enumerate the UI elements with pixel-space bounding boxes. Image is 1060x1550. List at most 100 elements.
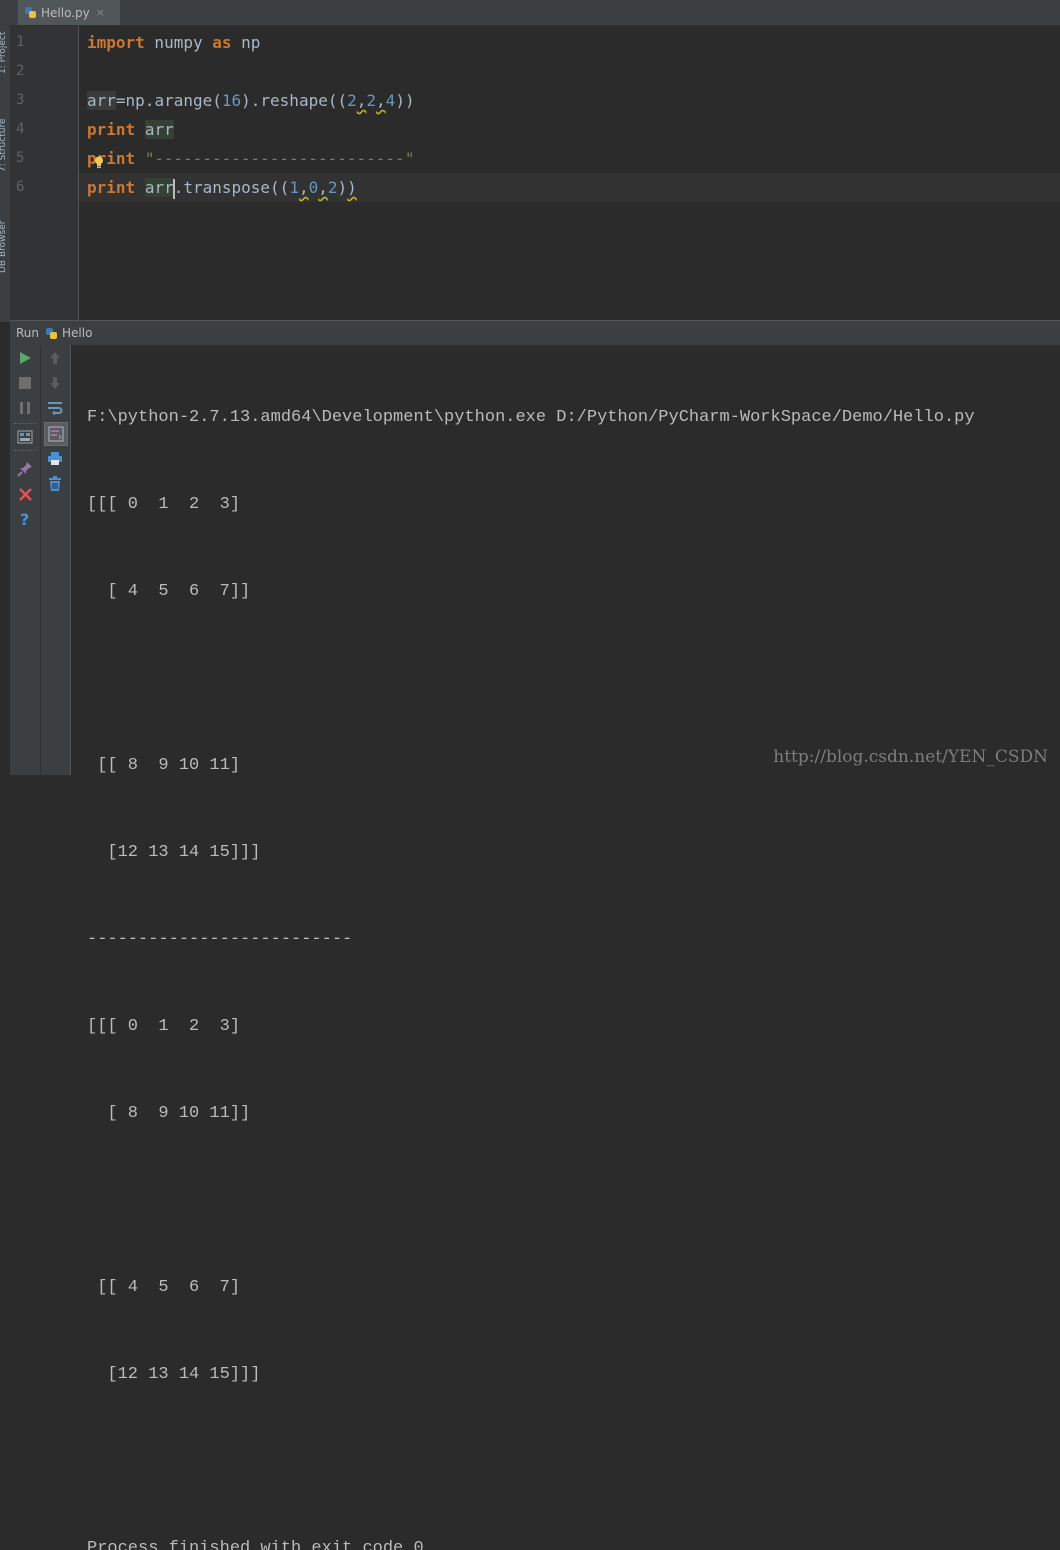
soft-wrap-button[interactable] — [44, 397, 66, 419]
code-text: ) — [337, 178, 348, 197]
code-text: , — [318, 178, 328, 197]
console-line: Process finished with exit code 0 — [87, 1539, 424, 1550]
previous-occurrence-button[interactable] — [44, 347, 66, 369]
stop-button[interactable] — [14, 372, 36, 394]
up-arrow-icon — [50, 352, 60, 364]
number-literal: 2 — [327, 178, 338, 197]
pause-icon — [20, 402, 30, 414]
side-tab-project[interactable]: 1: Project — [0, 2, 8, 74]
rerun-button[interactable] — [14, 347, 36, 369]
trash-icon — [49, 475, 61, 491]
console-line: [[ 4 5 6 7] — [87, 1278, 241, 1297]
restore-layout-button[interactable] — [14, 426, 36, 448]
code-text: ).reshape(( — [241, 91, 348, 110]
run-panel-header: Run Hello — [10, 320, 1060, 346]
down-arrow-icon — [50, 377, 60, 389]
code-text: , — [298, 178, 309, 197]
code-line-3: arr=np.arange(16).reshape((2,2,4)) — [87, 86, 415, 115]
close-icon — [18, 487, 32, 501]
keyword: import — [87, 33, 145, 52]
python-file-icon — [25, 7, 36, 18]
console-line: F:\python-2.7.13.amd64\Development\pytho… — [87, 408, 975, 427]
run-icon — [20, 352, 31, 364]
editor-tab-hello-py[interactable]: Hello.py × — [18, 0, 120, 25]
line-number: 6 — [16, 179, 25, 195]
keyword: print — [87, 178, 136, 197]
soft-wrap-icon — [48, 402, 63, 415]
stop-icon — [19, 377, 31, 389]
run-toolbar-secondary — [41, 345, 71, 775]
code-text: , — [356, 91, 367, 110]
code-text: )) — [395, 91, 415, 110]
lightbulb-icon[interactable] — [94, 156, 104, 169]
pin-tab-button[interactable] — [14, 458, 36, 480]
close-run-button[interactable] — [14, 483, 36, 505]
code-line-4: print arr — [87, 115, 174, 144]
line-number: 4 — [16, 121, 25, 137]
scroll-to-end-icon — [48, 426, 64, 442]
console-line: [[[ 0 1 2 3] — [87, 1017, 241, 1036]
code-line-6: print arr.transpose((1,0,2)) — [87, 173, 357, 202]
keyword: as — [212, 33, 232, 52]
python-file-icon — [46, 327, 58, 339]
number-literal: 1 — [289, 178, 299, 197]
identifier: np — [231, 33, 261, 52]
console-line: [ 8 9 10 11]] — [87, 1104, 251, 1123]
console-output[interactable]: F:\python-2.7.13.amd64\Development\pytho… — [71, 345, 1060, 1550]
next-occurrence-button[interactable] — [44, 372, 66, 394]
run-panel-label: Run — [16, 326, 40, 340]
editor-tab-bar: Hello.py × — [10, 0, 1060, 26]
code-text: .transpose(( — [173, 178, 290, 197]
run-toolbar-primary: ? — [10, 345, 41, 775]
console-line: [ 4 5 6 7]] — [87, 582, 251, 601]
watermark: http://blog.csdn.net/YEN_CSDN — [773, 747, 1048, 767]
clear-all-button[interactable] — [44, 472, 66, 494]
side-tab-db-browser[interactable]: DB Browser — [0, 195, 8, 273]
number-literal: 2 — [366, 91, 377, 110]
console-line: [12 13 14 15]]] — [87, 1365, 261, 1384]
scroll-to-end-toggle[interactable] — [44, 422, 68, 446]
svg-text:?: ? — [20, 511, 29, 527]
print-icon — [48, 451, 62, 465]
keyword: print — [87, 120, 136, 139]
run-config-name[interactable]: Hello — [62, 326, 92, 340]
number-literal: 0 — [308, 178, 319, 197]
console-text: F:\python-2.7.13.amd64\Development\pytho… — [87, 345, 975, 1550]
identifier: arr — [144, 120, 174, 139]
code-text: , — [376, 91, 386, 110]
number-literal: 4 — [385, 91, 396, 110]
console-line: [[[ 0 1 2 3] — [87, 495, 241, 514]
pin-icon — [17, 462, 32, 477]
code-line-1: import numpy as np — [87, 28, 260, 57]
tab-close-icon[interactable]: × — [96, 6, 105, 19]
help-button[interactable]: ? — [14, 508, 36, 530]
side-tab-structure[interactable]: 7: Structure — [0, 96, 8, 173]
help-icon: ? — [20, 511, 29, 527]
code-text: =np.arange( — [115, 91, 222, 110]
identifier: numpy — [144, 33, 213, 52]
pause-button[interactable] — [14, 397, 36, 419]
line-number: 3 — [16, 92, 25, 108]
code-text: ) — [347, 178, 357, 197]
number-literal: 2 — [347, 91, 357, 110]
line-number: 1 — [16, 34, 25, 50]
print-button[interactable] — [44, 447, 66, 469]
identifier: arr — [144, 178, 174, 197]
console-line: [12 13 14 15]]] — [87, 843, 261, 862]
code-editor[interactable]: import numpy as np arr=np.arange(16).res… — [79, 26, 1060, 320]
console-line: -------------------------- — [87, 930, 353, 949]
line-number: 2 — [16, 63, 25, 79]
tab-label: Hello.py — [41, 5, 90, 20]
identifier: arr — [87, 91, 116, 110]
line-number-gutter: 1 2 3 4 5 6 — [10, 26, 79, 320]
restore-layout-icon — [17, 430, 33, 444]
number-literal: 16 — [221, 91, 242, 110]
line-number: 5 — [16, 150, 25, 166]
string-literal: "--------------------------" — [144, 149, 415, 168]
